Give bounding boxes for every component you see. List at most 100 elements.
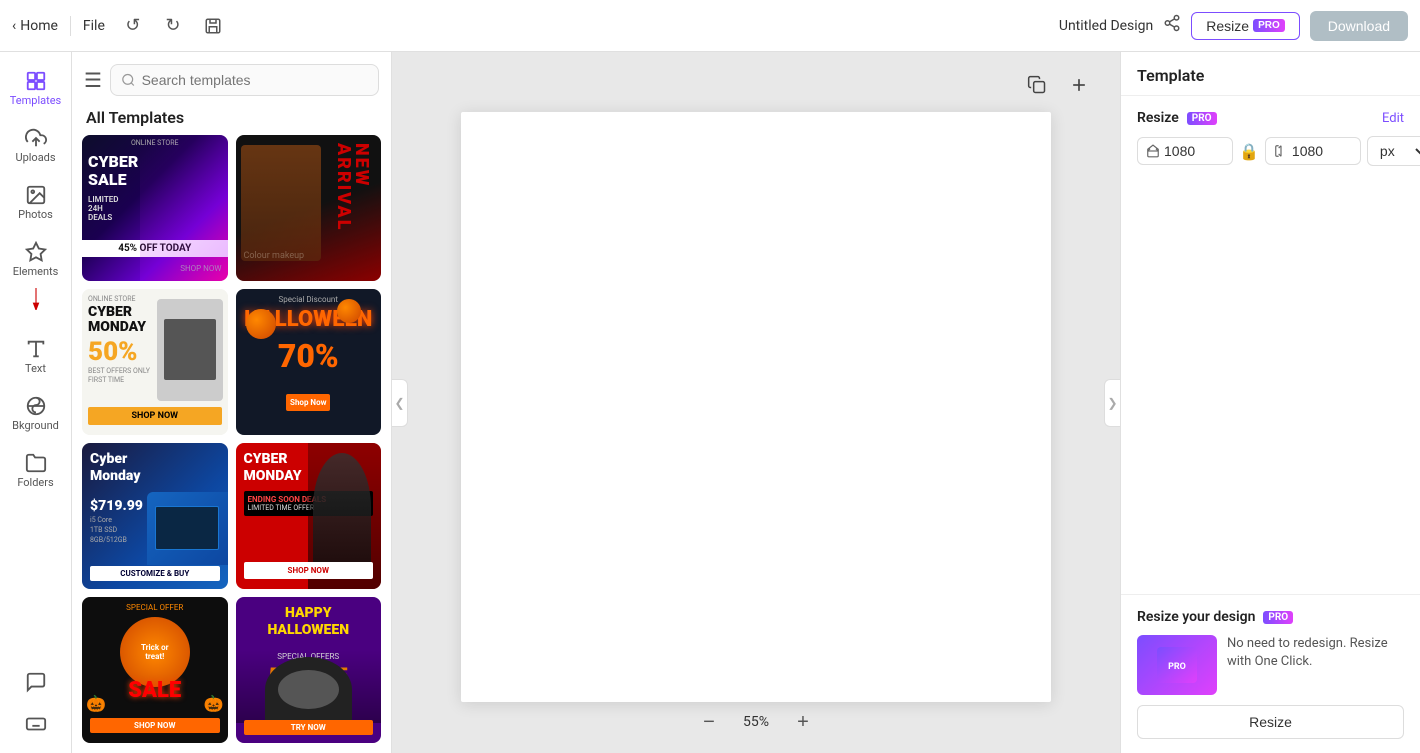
resize-label: Resize bbox=[1137, 110, 1179, 126]
resize-label: Resize bbox=[1206, 18, 1249, 34]
add-page-button[interactable] bbox=[1062, 68, 1096, 102]
home-label: Home bbox=[20, 18, 58, 34]
width-icon bbox=[1146, 144, 1160, 158]
search-input[interactable] bbox=[142, 72, 368, 88]
home-button[interactable]: ‹ Home bbox=[12, 18, 58, 34]
sidebar-label-text: Text bbox=[25, 362, 46, 375]
search-box[interactable] bbox=[110, 64, 379, 96]
template-card-happy-halloween[interactable]: HAPPYHALLOWEEN SPECIAL OFFERS 50% OFF TR… bbox=[236, 597, 382, 743]
promo-thumbnail: PRO bbox=[1137, 635, 1217, 695]
chat-icon bbox=[25, 671, 47, 693]
resize-pro-badge: PRO bbox=[1187, 112, 1217, 125]
left-collapse-handle[interactable]: ❮ bbox=[392, 379, 408, 427]
resize-promo: Resize your design PRO PRO bbox=[1121, 594, 1420, 753]
promo-description: No need to redesign. Resize with One Cli… bbox=[1227, 635, 1404, 695]
duplicate-canvas-button[interactable] bbox=[1020, 68, 1054, 102]
keyboard-icon bbox=[25, 713, 47, 735]
sidebar-item-templates[interactable]: Templates bbox=[4, 62, 68, 115]
zoom-in-button[interactable]: + bbox=[788, 707, 818, 737]
topbar-right: Untitled Design Resize PRO Download bbox=[1059, 11, 1408, 41]
templates-panel: ☰ All Templates ONLINE STORE CYBERSALE L… bbox=[72, 52, 392, 753]
height-input[interactable] bbox=[1292, 143, 1352, 159]
resize-button[interactable]: Resize PRO bbox=[1191, 12, 1299, 40]
sidebar-label-elements: Elements bbox=[13, 265, 59, 278]
template-card-trick-or-treat[interactable]: SPECIAL OFFER Trick ortreat! SALE SHOP N… bbox=[82, 597, 228, 743]
width-input[interactable] bbox=[1164, 143, 1224, 159]
sidebar-item-chat[interactable] bbox=[4, 663, 68, 701]
sidebar-item-photos[interactable]: Photos bbox=[4, 176, 68, 229]
sidebar-label-templates: Templates bbox=[10, 94, 61, 107]
right-panel-body: Resize PRO Edit 🔒 bbox=[1121, 96, 1420, 359]
topbar: ‹ Home File ↺ ↻ Untitled Design Resize P bbox=[0, 0, 1420, 52]
template-card-new-arrival[interactable]: NEW ARRIVAL Colour makeup New Arrival bbox=[236, 135, 382, 281]
chevron-left-icon: ‹ bbox=[12, 18, 16, 34]
sidebar-label-background: Bkground bbox=[12, 419, 59, 432]
resize-promo-body: PRO No need to redesign. Resize with One… bbox=[1137, 635, 1404, 695]
sidebar-label-uploads: Uploads bbox=[15, 151, 55, 164]
height-input-wrap bbox=[1265, 137, 1361, 165]
pro-badge: PRO bbox=[1253, 19, 1285, 32]
right-panel-header: Template bbox=[1121, 52, 1420, 96]
folders-icon bbox=[25, 452, 47, 474]
undo-button[interactable]: ↺ bbox=[117, 10, 149, 42]
width-input-wrap bbox=[1137, 137, 1233, 165]
background-icon bbox=[25, 395, 47, 417]
canvas-area: ❮ ❯ − 55% + bbox=[392, 52, 1120, 753]
sidebar-item-elements[interactable]: Elements bbox=[4, 233, 68, 286]
arrow-down-icon bbox=[25, 288, 47, 310]
sidebar-label-photos: Photos bbox=[18, 208, 53, 221]
file-menu[interactable]: File bbox=[83, 18, 105, 34]
template-card-halloween[interactable]: Special Discount HALLOWEEN 70% Shop Now … bbox=[236, 289, 382, 435]
uploads-icon bbox=[25, 127, 47, 149]
resize-action-button[interactable]: Resize bbox=[1137, 705, 1404, 739]
sidebar-item-uploads[interactable]: Uploads bbox=[4, 119, 68, 172]
promo-thumbnail-image: PRO bbox=[1157, 647, 1197, 683]
topbar-actions: ↺ ↻ bbox=[117, 10, 229, 42]
resize-promo-title: Resize your design bbox=[1137, 609, 1255, 625]
template-card-cyber-laptop[interactable]: CyberMonday $719.99 i5 Core1TB SSD8GB/51… bbox=[82, 443, 228, 589]
promo-pro-badge: PRO bbox=[1263, 611, 1293, 624]
unit-select[interactable]: px in cm mm bbox=[1367, 136, 1420, 166]
canvas-toolbar bbox=[1020, 68, 1096, 102]
templates-grid: ONLINE STORE CYBERSALE LIMITED24HDEALS 4… bbox=[72, 135, 391, 753]
resize-promo-header: Resize your design PRO bbox=[1137, 609, 1404, 625]
sidebar-item-keyboard[interactable] bbox=[4, 705, 68, 743]
download-button[interactable]: Download bbox=[1310, 11, 1408, 41]
template-card-cyber-sale[interactable]: ONLINE STORE CYBERSALE LIMITED24HDEALS 4… bbox=[82, 135, 228, 281]
templates-icon bbox=[25, 70, 47, 92]
zoom-level[interactable]: 55% bbox=[736, 714, 776, 730]
design-title[interactable]: Untitled Design bbox=[1059, 18, 1153, 34]
icon-sidebar: Templates Uploads Photos Elements bbox=[0, 52, 72, 753]
sidebar-label-folders: Folders bbox=[17, 476, 53, 489]
template-card-cyber-monday-red[interactable]: CYBERMONDAY ENDING SOON DEALS LIMITED TI… bbox=[236, 443, 382, 589]
sidebar-item-folders[interactable]: Folders bbox=[4, 444, 68, 497]
resize-section-header: Resize PRO Edit bbox=[1137, 110, 1404, 126]
panel-header: ☰ bbox=[72, 52, 391, 104]
share-button[interactable] bbox=[1163, 14, 1181, 37]
panel-menu-button[interactable]: ☰ bbox=[84, 68, 102, 93]
canvas-bottom-bar: − 55% + bbox=[694, 707, 818, 737]
right-panel-title: Template bbox=[1137, 66, 1204, 85]
sidebar-item-background[interactable]: Bkground bbox=[4, 387, 68, 440]
save-button[interactable] bbox=[197, 10, 229, 42]
main-layout: Templates Uploads Photos Elements bbox=[0, 52, 1420, 753]
photos-icon bbox=[25, 184, 47, 206]
right-panel: Template Resize PRO Edit bbox=[1120, 52, 1420, 753]
lock-icon: 🔒 bbox=[1239, 142, 1259, 161]
sidebar-item-text[interactable]: Text bbox=[4, 330, 68, 383]
elements-icon bbox=[25, 241, 47, 263]
panel-title: All Templates bbox=[72, 104, 391, 135]
template-card-cyber-monday-white[interactable]: ONLINE STORE CYBERMONDAY 50% BEST OFFERS… bbox=[82, 289, 228, 435]
canvas-workspace[interactable] bbox=[461, 112, 1051, 702]
right-collapse-handle[interactable]: ❯ bbox=[1104, 379, 1120, 427]
divider bbox=[70, 16, 71, 36]
edit-link[interactable]: Edit bbox=[1382, 111, 1404, 126]
text-icon bbox=[25, 338, 47, 360]
height-icon bbox=[1274, 144, 1288, 158]
zoom-out-button[interactable]: − bbox=[694, 707, 724, 737]
topbar-left: ‹ Home File ↺ ↻ bbox=[12, 10, 527, 42]
search-icon bbox=[121, 72, 136, 88]
resize-section: Resize PRO Edit 🔒 bbox=[1137, 110, 1404, 166]
redo-button[interactable]: ↻ bbox=[157, 10, 189, 42]
dimension-row: 🔒 px in cm mm bbox=[1137, 136, 1404, 166]
